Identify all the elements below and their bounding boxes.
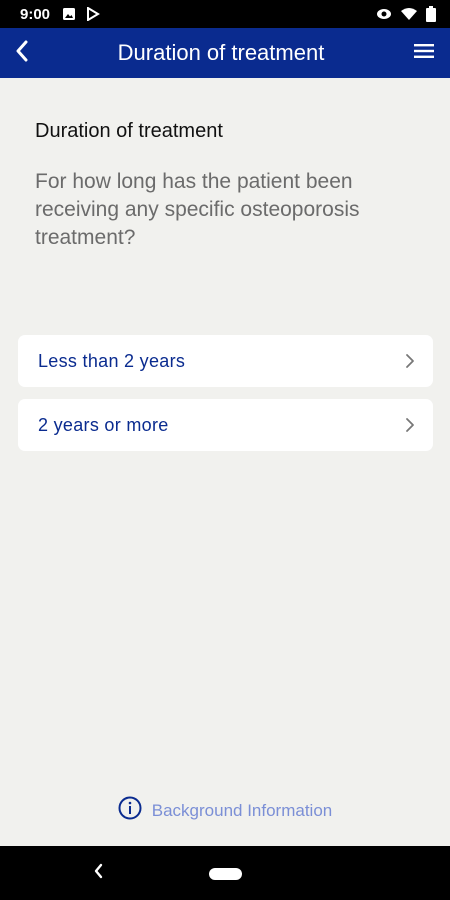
nav-back-icon[interactable]	[92, 862, 104, 885]
back-button[interactable]	[0, 28, 44, 78]
option-less-than-2-years[interactable]: Less than 2 years	[18, 335, 433, 387]
battery-icon	[426, 6, 436, 22]
page-title: Duration of treatment	[117, 40, 325, 65]
system-nav-bar	[0, 846, 450, 900]
option-label: 2 years or more	[38, 414, 169, 435]
option-label: Less than 2 years	[38, 350, 186, 371]
chevron-right-icon	[405, 417, 415, 433]
menu-icon	[414, 43, 434, 64]
status-time: 9:00	[20, 5, 51, 23]
section-heading: Duration of treatment	[35, 120, 223, 142]
question-text: For how long has the patient been receiv…	[35, 170, 360, 249]
chevron-right-icon	[405, 353, 415, 369]
main-content: Duration of treatment For how long has t…	[0, 78, 450, 846]
app-bar: Duration of treatment	[0, 28, 450, 78]
background-information-link[interactable]: Background Information	[0, 796, 450, 825]
play-store-icon	[86, 7, 100, 21]
image-icon	[62, 7, 76, 21]
chevron-left-icon	[15, 40, 29, 67]
wifi-icon	[400, 7, 418, 21]
background-information-label: Background Information	[151, 800, 333, 820]
eye-icon	[376, 7, 392, 21]
menu-button[interactable]	[398, 28, 450, 78]
info-icon	[118, 796, 142, 825]
nav-home-pill[interactable]	[209, 868, 242, 880]
option-2-years-or-more[interactable]: 2 years or more	[18, 399, 433, 451]
status-bar: 9:00	[0, 0, 450, 28]
